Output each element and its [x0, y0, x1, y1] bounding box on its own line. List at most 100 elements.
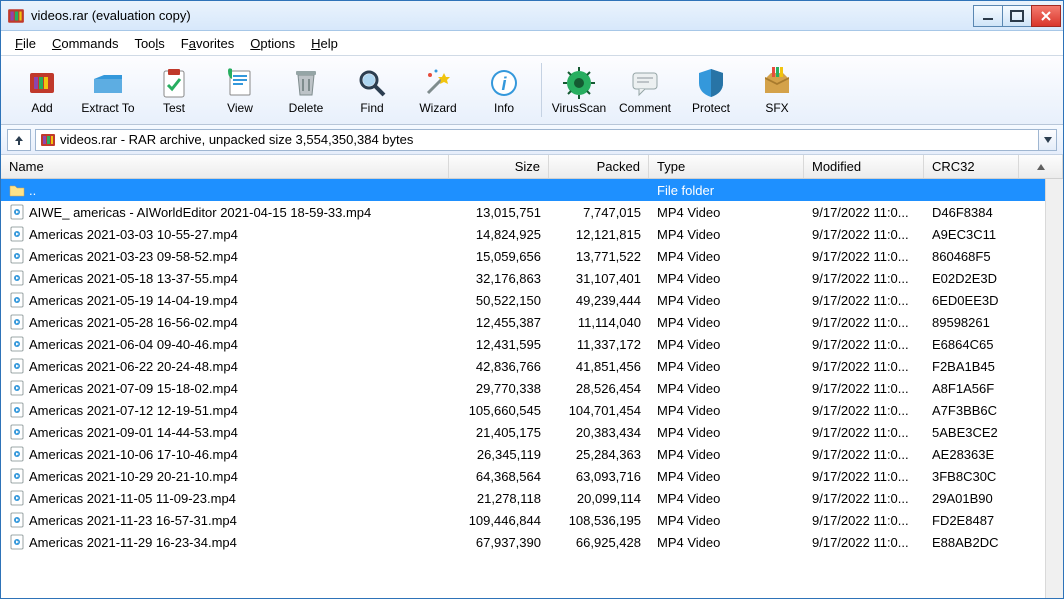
- file-size: 21,405,175: [449, 425, 549, 440]
- file-crc: A7F3BB6C: [924, 403, 1019, 418]
- file-row[interactable]: Americas 2021-03-23 09-58-52.mp415,059,6…: [1, 245, 1063, 267]
- virusscan-button[interactable]: VirusScan: [546, 59, 612, 121]
- comment-button[interactable]: Comment: [612, 59, 678, 121]
- add-button[interactable]: Add: [9, 59, 75, 121]
- header-type[interactable]: Type: [649, 155, 804, 178]
- file-row[interactable]: Americas 2021-07-09 15-18-02.mp429,770,3…: [1, 377, 1063, 399]
- file-size: 14,824,925: [449, 227, 549, 242]
- file-list[interactable]: .. File folder AIWE_ americas - AIWorldE…: [1, 179, 1063, 598]
- view-button[interactable]: View: [207, 59, 273, 121]
- menu-help[interactable]: Help: [303, 34, 346, 53]
- menu-options[interactable]: Options: [242, 34, 303, 53]
- file-row[interactable]: Americas 2021-06-22 20-24-48.mp442,836,7…: [1, 355, 1063, 377]
- file-row[interactable]: Americas 2021-11-23 16-57-31.mp4 109,446,…: [1, 509, 1063, 531]
- address-path[interactable]: videos.rar - RAR archive, unpacked size …: [35, 129, 1039, 151]
- window-controls: [974, 5, 1061, 27]
- file-modified: 9/17/2022 11:0...: [804, 447, 924, 462]
- test-button[interactable]: Test: [141, 59, 207, 121]
- app-icon: [7, 7, 25, 25]
- file-row[interactable]: Americas 2021-10-29 20-21-10.mp464,368,5…: [1, 465, 1063, 487]
- file-name: Americas 2021-05-28 16-56-02.mp4: [29, 315, 238, 330]
- file-modified: 9/17/2022 11:0...: [804, 315, 924, 330]
- file-row[interactable]: Americas 2021-05-28 16-56-02.mp4 12,455,3…: [1, 311, 1063, 333]
- file-packed: 20,099,114: [549, 491, 649, 506]
- video-file-icon: [9, 380, 25, 396]
- file-size: 12,431,595: [449, 337, 549, 352]
- menu-favorites[interactable]: Favorites: [173, 34, 242, 53]
- header-size[interactable]: Size: [449, 155, 549, 178]
- header-scroll-up[interactable]: [1019, 155, 1063, 178]
- video-file-icon: [9, 468, 25, 484]
- file-packed: 25,284,363: [549, 447, 649, 462]
- header-modified[interactable]: Modified: [804, 155, 924, 178]
- video-file-icon: [9, 270, 25, 286]
- file-size: 12,455,387: [449, 315, 549, 330]
- file-size: 67,937,390: [449, 535, 549, 550]
- wizard-button[interactable]: Wizard: [405, 59, 471, 121]
- menu-tools[interactable]: Tools: [126, 34, 172, 53]
- file-packed: 28,526,454: [549, 381, 649, 396]
- file-packed: 66,925,428: [549, 535, 649, 550]
- file-packed: 12,121,815: [549, 227, 649, 242]
- file-packed: 41,851,456: [549, 359, 649, 374]
- file-name: Americas 2021-09-01 14-44-53.mp4: [29, 425, 238, 440]
- file-name: Americas 2021-07-12 12-19-51.mp4: [29, 403, 238, 418]
- file-size: 64,368,564: [449, 469, 549, 484]
- file-crc: 29A01B90: [924, 491, 1019, 506]
- file-modified: 9/17/2022 11:0...: [804, 425, 924, 440]
- file-row[interactable]: AIWE_ americas - AIWorldEditor 2021-04-1…: [1, 201, 1063, 223]
- file-modified: 9/17/2022 11:0...: [804, 469, 924, 484]
- vertical-scrollbar[interactable]: [1045, 179, 1063, 598]
- menu-commands[interactable]: Commands: [44, 34, 126, 53]
- file-packed: 20,383,434: [549, 425, 649, 440]
- parent-folder-row[interactable]: .. File folder: [1, 179, 1063, 201]
- file-crc: 5ABE3CE2: [924, 425, 1019, 440]
- file-row[interactable]: Americas 2021-05-18 13-37-55.mp432,176,8…: [1, 267, 1063, 289]
- file-row[interactable]: Americas 2021-11-05 11-09-23.mp421,278,1…: [1, 487, 1063, 509]
- header-crc[interactable]: CRC32: [924, 155, 1019, 178]
- file-size: 21,278,118: [449, 491, 549, 506]
- protect-button[interactable]: Protect: [678, 59, 744, 121]
- titlebar[interactable]: videos.rar (evaluation copy): [1, 1, 1063, 31]
- file-row[interactable]: Americas 2021-09-01 14-44-53.mp4 21,405,1…: [1, 421, 1063, 443]
- sfx-button[interactable]: SFX: [744, 59, 810, 121]
- close-button[interactable]: [1031, 5, 1061, 27]
- delete-button[interactable]: Delete: [273, 59, 339, 121]
- file-row[interactable]: Americas 2021-03-03 10-55-27.mp414,824,9…: [1, 223, 1063, 245]
- file-row[interactable]: Americas 2021-07-12 12-19-51.mp4105,660,…: [1, 399, 1063, 421]
- file-type: MP4 Video: [649, 337, 804, 352]
- file-type: MP4 Video: [649, 359, 804, 374]
- header-packed[interactable]: Packed: [549, 155, 649, 178]
- archive-icon: [40, 132, 56, 148]
- info-button[interactable]: iInfo: [471, 59, 537, 121]
- header-name[interactable]: Name: [1, 155, 449, 178]
- file-modified: 9/17/2022 11:0...: [804, 535, 924, 550]
- video-file-icon: [9, 534, 25, 550]
- menu-file[interactable]: File: [7, 34, 44, 53]
- video-file-icon: [9, 204, 25, 220]
- up-button[interactable]: [7, 129, 31, 151]
- file-size: 29,770,338: [449, 381, 549, 396]
- file-crc: E02D2E3D: [924, 271, 1019, 286]
- address-dropdown[interactable]: [1039, 129, 1057, 151]
- file-size: 109,446,844: [449, 513, 549, 528]
- file-name: Americas 2021-05-19 14-04-19.mp4: [29, 293, 238, 308]
- file-row[interactable]: Americas 2021-10-06 17-10-46.mp426,345,1…: [1, 443, 1063, 465]
- file-crc: 89598261: [924, 315, 1019, 330]
- file-crc: 3FB8C30C: [924, 469, 1019, 484]
- file-name: Americas 2021-11-23 16-57-31.mp4: [29, 513, 237, 528]
- window-title: videos.rar (evaluation copy): [31, 8, 974, 23]
- list-header: Name Size Packed Type Modified CRC32: [1, 155, 1063, 179]
- maximize-button[interactable]: [1002, 5, 1032, 27]
- find-button[interactable]: Find: [339, 59, 405, 121]
- file-size: 15,059,656: [449, 249, 549, 264]
- file-row[interactable]: Americas 2021-05-19 14-04-19.mp450,522,1…: [1, 289, 1063, 311]
- file-packed: 11,114,040: [549, 315, 649, 330]
- file-size: 32,176,863: [449, 271, 549, 286]
- file-row[interactable]: Americas 2021-11-29 16-23-34.mp467,937,3…: [1, 531, 1063, 553]
- video-file-icon: [9, 226, 25, 242]
- file-crc: FD2E8487: [924, 513, 1019, 528]
- extract-button[interactable]: Extract To: [75, 59, 141, 121]
- minimize-button[interactable]: [973, 5, 1003, 27]
- file-row[interactable]: Americas 2021-06-04 09-40-46.mp412,431,5…: [1, 333, 1063, 355]
